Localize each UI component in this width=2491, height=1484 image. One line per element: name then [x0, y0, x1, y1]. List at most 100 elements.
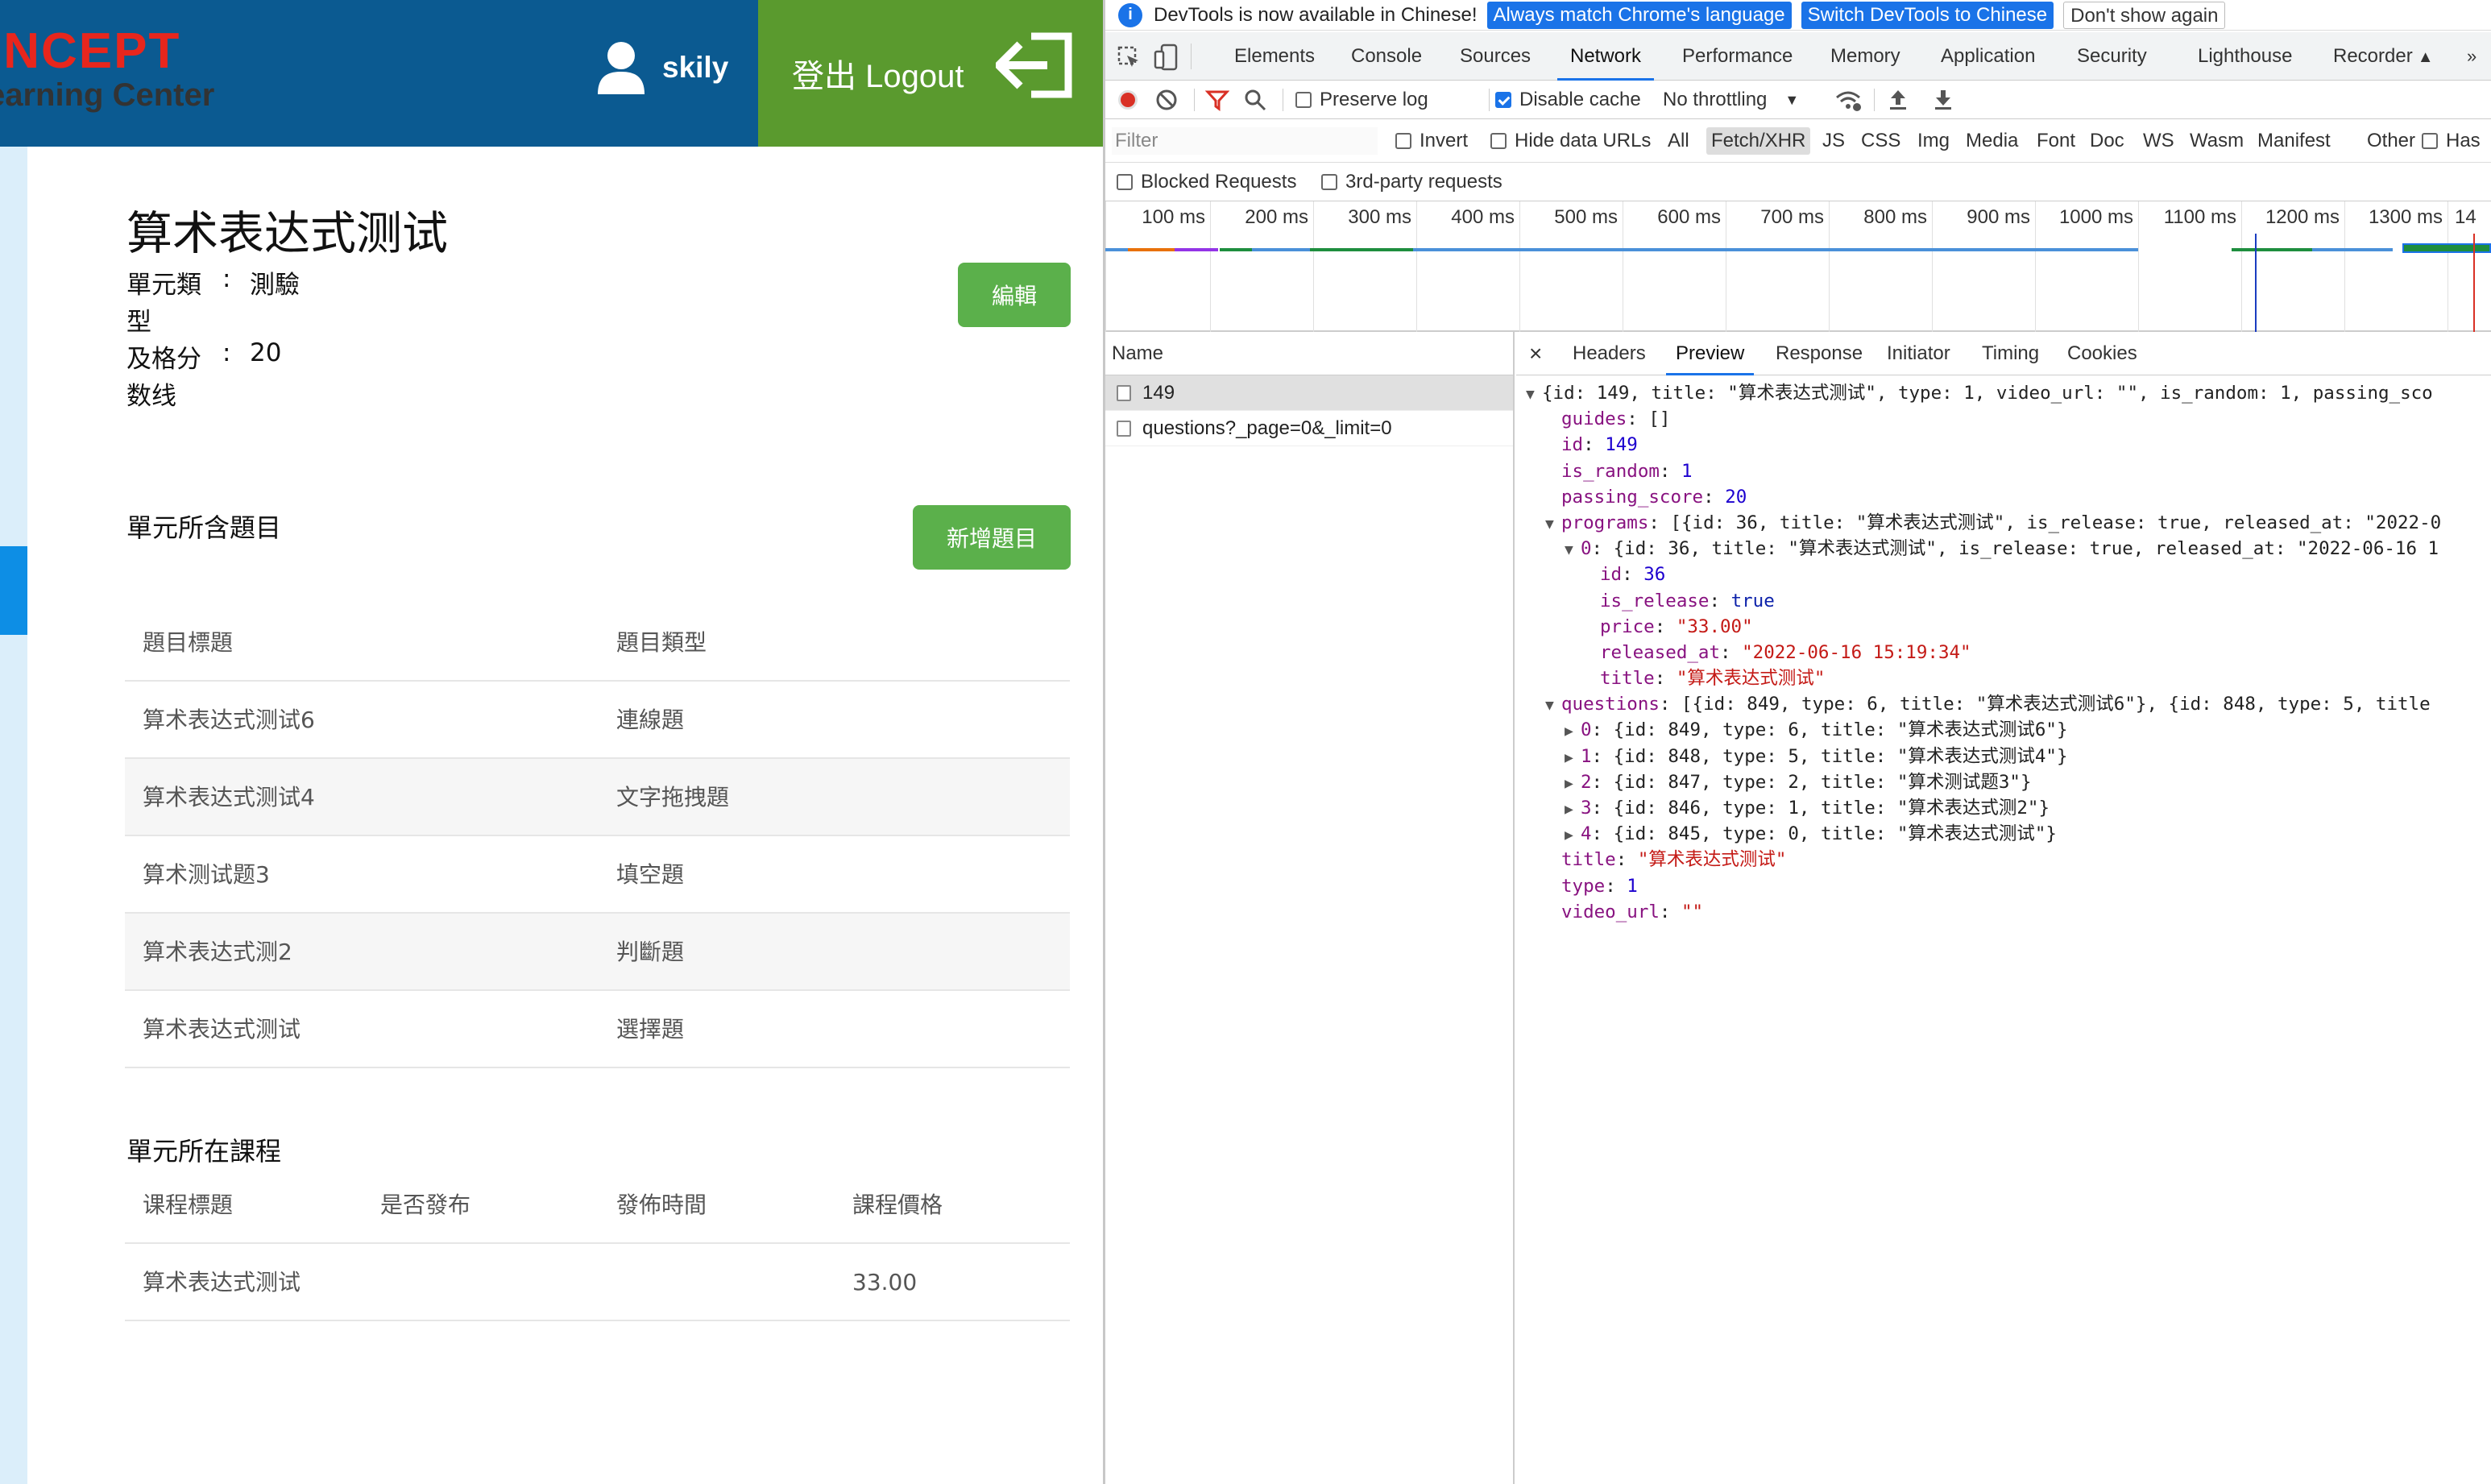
filter-type-wasm[interactable]: Wasm: [2190, 127, 2244, 155]
json-question-item[interactable]: ▶ 2: {id: 847, type: 2, title: "算术测试题3"}: [1516, 769, 2491, 795]
timeline-tick: 1100 ms: [2138, 201, 2241, 332]
filter-type-all[interactable]: All: [1668, 127, 1689, 155]
logout-button[interactable]: 登出 Logout: [758, 0, 1104, 147]
close-icon[interactable]: ×: [1529, 332, 1542, 375]
courses-table: 课程標題 是否發布 發佈時間 課程價格 算术表达式测试 33.00: [125, 1167, 1070, 1321]
edit-button[interactable]: 編輯: [958, 263, 1071, 327]
json-question-item[interactable]: ▶ 3: {id: 846, type: 1, title: "算术表达式测2"}: [1516, 795, 2491, 821]
timeline-tick-label: 500 ms: [1554, 206, 1618, 228]
user-menu[interactable]: skily: [596, 35, 728, 100]
tab-timing[interactable]: Timing: [1982, 332, 2039, 375]
tab-sources[interactable]: Sources: [1460, 32, 1531, 81]
request-list-header[interactable]: Name: [1105, 332, 1513, 375]
json-value: []: [1648, 408, 1671, 430]
filter-type-ws[interactable]: WS: [2143, 127, 2174, 155]
toolbar-separator: [1191, 44, 1192, 69]
json-questions[interactable]: ▼ questions: [{id: 849, type: 6, title: "…: [1516, 691, 2491, 717]
clear-icon[interactable]: [1155, 81, 1178, 119]
table-row[interactable]: 算术测试题3 填空題: [125, 836, 1070, 914]
network-conditions-icon[interactable]: [1834, 81, 1862, 119]
disable-cache-checkbox[interactable]: Disable cache: [1495, 81, 1641, 119]
table-row[interactable]: 算术表达式测试6 連線題: [125, 682, 1070, 759]
search-icon[interactable]: [1244, 81, 1266, 119]
switch-chinese-button[interactable]: Switch DevTools to Chinese: [1801, 1, 2054, 29]
json-summary: {id: 149, title: "算术表达式测试", type: 1, vid…: [1542, 383, 2433, 404]
json-question-item[interactable]: ▶ 1: {id: 848, type: 5, title: "算术表达式测试4"…: [1516, 744, 2491, 769]
timeline-tick-label: 900 ms: [1967, 206, 2030, 228]
request-row[interactable]: questions?_page=0&_limit=0: [1105, 411, 1513, 446]
json-value: 20: [1725, 486, 1747, 508]
tab-security[interactable]: Security: [2077, 32, 2147, 81]
courses-section-title: 單元所在課程: [126, 1136, 282, 1167]
tab-response[interactable]: Response: [1776, 332, 1863, 375]
filter-type-js[interactable]: JS: [1822, 127, 1845, 155]
throttling-value: No throttling: [1663, 89, 1768, 110]
json-programs[interactable]: ▼ programs: [{id: 36, title: "算术表达式测试", i…: [1516, 510, 2491, 536]
inspect-element-icon[interactable]: [1117, 45, 1141, 69]
tab-recorder[interactable]: Recorder ▲: [2333, 32, 2434, 81]
json-root[interactable]: ▼ {id: 149, title: "算术表达式测试", type: 1, vi…: [1516, 380, 2491, 406]
questions-table-header: 題目標題 題目類型: [125, 604, 1070, 682]
collapse-triangle-icon: ▼: [1545, 515, 1554, 533]
device-toolbar-icon[interactable]: [1154, 44, 1178, 71]
dont-show-again-button[interactable]: Don't show again: [2063, 1, 2226, 29]
tab-performance[interactable]: Performance: [1682, 32, 1793, 81]
table-row[interactable]: 算术表达式测试 33.00: [125, 1244, 1070, 1321]
tab-network[interactable]: Network: [1556, 32, 1655, 81]
invert-label: Invert: [1420, 130, 1469, 151]
tab-headers[interactable]: Headers: [1573, 332, 1646, 375]
filter-type-manifest[interactable]: Manifest: [2257, 127, 2331, 155]
table-row[interactable]: 算术表达式测试 選擇題: [125, 991, 1070, 1068]
json-program-0[interactable]: ▼ 0: {id: 36, title: "算术表达式测试", is_releas…: [1516, 536, 2491, 562]
table-row[interactable]: 算术表达式测2 判斷題: [125, 914, 1070, 991]
add-question-button[interactable]: 新增題目: [913, 505, 1071, 570]
logo[interactable]: ONCEPT earning Center: [0, 26, 242, 122]
table-row[interactable]: 算术表达式测试4 文字拖拽題: [125, 759, 1070, 836]
invert-checkbox[interactable]: Invert: [1395, 122, 1468, 160]
timeline-tick: 700 ms: [1726, 201, 1829, 332]
filter-type-css[interactable]: CSS: [1861, 127, 1900, 155]
record-icon[interactable]: [1117, 81, 1139, 119]
tab-initiator[interactable]: Initiator: [1887, 332, 1950, 375]
filter-input[interactable]: Filter: [1112, 127, 1378, 155]
tab-lighthouse[interactable]: Lighthouse: [2198, 32, 2292, 81]
filter-type-other[interactable]: Other: [2367, 127, 2415, 155]
import-har-icon[interactable]: [1888, 81, 1908, 119]
blocked-requests-checkbox[interactable]: Blocked Requests: [1117, 163, 1296, 201]
collapse-triangle-icon: ▼: [1545, 697, 1554, 715]
json-line: released_at: "2022-06-16 15:19:34": [1600, 641, 1971, 663]
tab-preview[interactable]: Preview: [1665, 332, 1755, 375]
json-value: {id: 848, type: 5, title: "算术表达式测试4"}: [1613, 745, 2068, 767]
json-question-item[interactable]: ▶ 0: {id: 849, type: 6, title: "算术表达式测试6"…: [1516, 717, 2491, 743]
request-row[interactable]: 149: [1105, 375, 1513, 411]
json-value: {id: 846, type: 1, title: "算术表达式测2"}: [1613, 798, 2050, 819]
has-blocked-cookies-checkbox[interactable]: Has: [2422, 122, 2481, 160]
network-timeline[interactable]: 100 ms 200 ms 300 ms 400 ms 500 ms 600 m…: [1105, 201, 2491, 332]
timeline-selected-bar: [2402, 243, 2491, 253]
json-value: [{id: 849, type: 6, title: "算术表达式测试6"}, …: [1681, 694, 2431, 715]
tab-application[interactable]: Application: [1941, 32, 2035, 81]
filter-type-media[interactable]: Media: [1966, 127, 2018, 155]
hide-data-urls-checkbox[interactable]: Hide data URLs: [1490, 122, 1651, 160]
filter-type-font[interactable]: Font: [2037, 127, 2075, 155]
throttling-select[interactable]: No throttling ▼: [1663, 81, 1799, 119]
third-party-checkbox[interactable]: 3rd-party requests: [1321, 163, 1502, 201]
filter-type-img[interactable]: Img: [1917, 127, 1950, 155]
filter-icon[interactable]: [1205, 81, 1229, 119]
sidebar-active-marker[interactable]: [0, 546, 27, 635]
tab-console[interactable]: Console: [1351, 32, 1422, 81]
more-tabs-icon[interactable]: »: [2467, 32, 2476, 81]
match-language-button[interactable]: Always match Chrome's language: [1486, 1, 1792, 29]
json-question-item[interactable]: ▶ 4: {id: 845, type: 0, title: "算术表达式测试"}: [1516, 821, 2491, 847]
column-header-course-title: 课程標題: [143, 1192, 234, 1218]
export-har-icon[interactable]: [1934, 81, 1953, 119]
unit-type-label-wrap: 型: [126, 308, 151, 337]
flask-icon: ▲: [2417, 48, 2434, 66]
preserve-log-checkbox[interactable]: Preserve log: [1295, 81, 1428, 119]
tab-elements[interactable]: Elements: [1234, 32, 1315, 81]
toolbar-separator: [1194, 89, 1195, 111]
filter-type-fetch-xhr[interactable]: Fetch/XHR: [1706, 127, 1811, 155]
filter-type-doc[interactable]: Doc: [2090, 127, 2124, 155]
tab-memory[interactable]: Memory: [1830, 32, 1900, 81]
tab-cookies[interactable]: Cookies: [2067, 332, 2137, 375]
